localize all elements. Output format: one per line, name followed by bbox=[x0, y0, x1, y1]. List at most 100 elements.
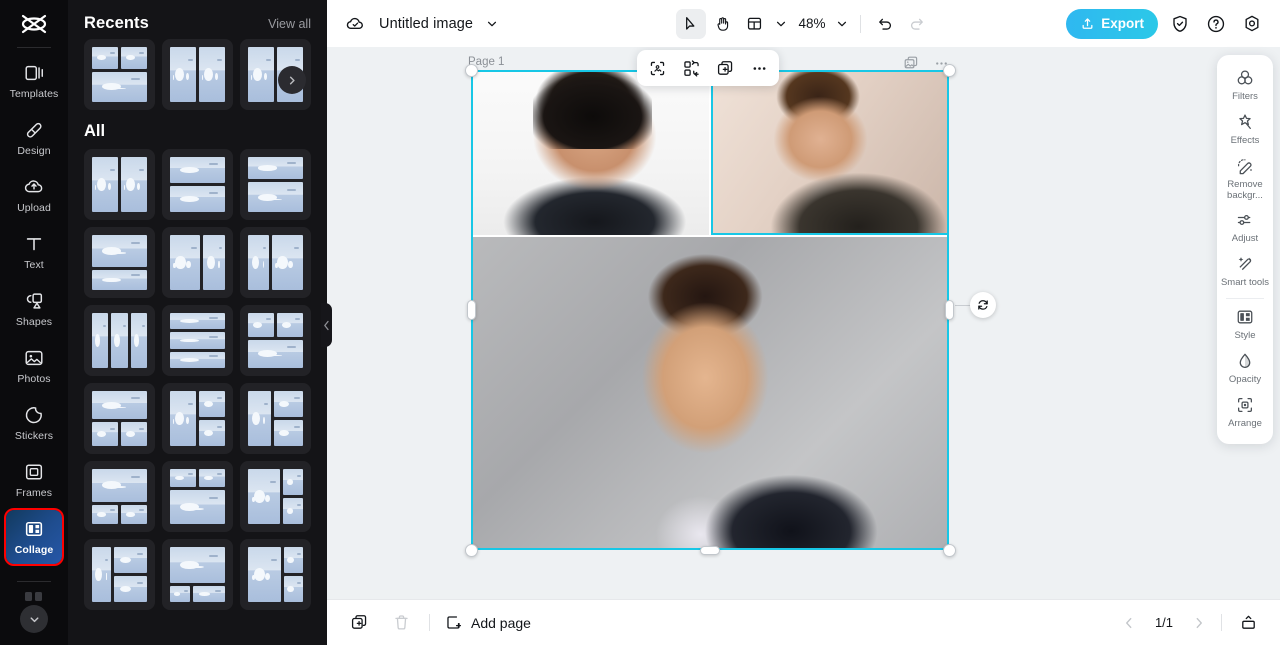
collage-template-thumb[interactable] bbox=[240, 305, 311, 376]
resize-handle-top-right[interactable] bbox=[943, 64, 956, 77]
select-tool-button[interactable] bbox=[676, 9, 706, 39]
add-page-icon bbox=[444, 613, 463, 632]
canvas-area[interactable]: Page 1 bbox=[327, 47, 1280, 599]
zoom-dropdown-button[interactable] bbox=[833, 9, 851, 39]
tool-style[interactable]: Style bbox=[1219, 302, 1271, 346]
opacity-icon bbox=[1235, 351, 1255, 371]
settings-button[interactable] bbox=[1238, 10, 1266, 38]
sidebar-item-collage[interactable]: Collage bbox=[6, 510, 62, 564]
app-logo[interactable] bbox=[0, 0, 68, 47]
more-tool-button[interactable] bbox=[747, 56, 771, 80]
sidebar-item-stickers[interactable]: Stickers bbox=[6, 396, 62, 450]
resize-handle-top-left[interactable] bbox=[465, 64, 478, 77]
tool-effects[interactable]: Effects bbox=[1219, 107, 1271, 151]
design-icon bbox=[23, 119, 45, 141]
hand-tool-button[interactable] bbox=[708, 9, 738, 39]
sidebar-item-upload[interactable]: Upload bbox=[6, 168, 62, 222]
collage-template-thumb[interactable] bbox=[84, 383, 155, 454]
add-page-button[interactable]: Add page bbox=[444, 613, 531, 632]
collage-template-thumb[interactable] bbox=[84, 149, 155, 220]
prev-page-button[interactable] bbox=[1119, 613, 1139, 633]
undo-button[interactable] bbox=[870, 9, 900, 39]
rail-bottom bbox=[0, 581, 68, 645]
sidebar-item-design[interactable]: Design bbox=[6, 111, 62, 165]
collage-template-thumb[interactable] bbox=[162, 227, 233, 298]
chevron-right-icon bbox=[286, 74, 299, 87]
recents-next-button[interactable] bbox=[278, 66, 306, 94]
collage-template-thumb[interactable] bbox=[84, 39, 155, 110]
collage-template-thumb[interactable] bbox=[84, 227, 155, 298]
tool-remove-background[interactable]: Remove backgr... bbox=[1219, 151, 1271, 205]
tool-filters[interactable]: Filters bbox=[1219, 63, 1271, 107]
photo-top-right[interactable] bbox=[711, 70, 949, 235]
chevron-down-icon bbox=[486, 18, 498, 30]
crop-tool-button[interactable] bbox=[645, 56, 669, 80]
expand-pages-button[interactable] bbox=[1234, 609, 1262, 637]
resize-handle-bottom-left[interactable] bbox=[465, 544, 478, 557]
collage-template-thumb[interactable] bbox=[84, 461, 155, 532]
view-all-link[interactable]: View all bbox=[268, 17, 311, 31]
sidebar-item-shapes[interactable]: Shapes bbox=[6, 282, 62, 336]
sidebar-item-label: Collage bbox=[15, 545, 54, 556]
collage-template-thumb[interactable] bbox=[240, 539, 311, 610]
collage-template-thumb[interactable] bbox=[162, 383, 233, 454]
collage-template-thumb[interactable] bbox=[162, 149, 233, 220]
next-page-button[interactable] bbox=[1189, 613, 1209, 633]
collage-template-thumb[interactable] bbox=[240, 383, 311, 454]
replace-tool-button[interactable] bbox=[679, 56, 703, 80]
layout-dropdown-button[interactable] bbox=[772, 9, 790, 39]
photo-top-left[interactable] bbox=[471, 70, 709, 235]
apps-grid-icon bbox=[24, 591, 44, 602]
panel-collapse-handle[interactable] bbox=[321, 303, 332, 347]
collage-template-thumb[interactable] bbox=[240, 149, 311, 220]
sidebar-item-text[interactable]: Text bbox=[6, 225, 62, 279]
collage-template-thumb[interactable] bbox=[162, 539, 233, 610]
tool-opacity[interactable]: Opacity bbox=[1219, 346, 1271, 390]
title-dropdown-button[interactable] bbox=[483, 10, 501, 38]
redo-button[interactable] bbox=[902, 9, 932, 39]
delete-page-button[interactable] bbox=[387, 609, 415, 637]
duplicate-image-icon bbox=[903, 55, 920, 72]
smart-tools-icon bbox=[1235, 254, 1255, 274]
collage-template-thumb[interactable] bbox=[84, 305, 155, 376]
shield-check-button[interactable] bbox=[1166, 10, 1194, 38]
photo-bottom[interactable] bbox=[471, 237, 949, 550]
duplicate-tool-button[interactable] bbox=[713, 56, 737, 80]
tool-label: Remove backgr... bbox=[1220, 180, 1270, 201]
tool-adjust[interactable]: Adjust bbox=[1219, 205, 1271, 249]
sidebar-item-label: Stickers bbox=[15, 431, 53, 442]
duplicate-plus-icon bbox=[716, 59, 735, 78]
sidebar-item-templates[interactable]: Templates bbox=[6, 54, 62, 108]
resize-handle-bottom-right[interactable] bbox=[943, 544, 956, 557]
resize-handle-left[interactable] bbox=[467, 300, 476, 320]
redo-icon bbox=[908, 15, 926, 33]
collage-template-thumb[interactable] bbox=[162, 39, 233, 110]
sidebar-item-photos[interactable]: Photos bbox=[6, 339, 62, 393]
zoom-level[interactable]: 48% bbox=[799, 16, 831, 31]
crop-select-icon bbox=[648, 59, 667, 78]
collage-template-thumb[interactable] bbox=[162, 305, 233, 376]
collage-template-thumb[interactable] bbox=[240, 227, 311, 298]
rotate-handle[interactable] bbox=[970, 292, 996, 318]
effects-icon bbox=[1235, 112, 1255, 132]
resize-handle-bottom[interactable] bbox=[700, 546, 720, 555]
tool-smart-tools[interactable]: Smart tools bbox=[1219, 249, 1271, 293]
chevron-left-icon bbox=[323, 320, 330, 331]
document-title[interactable]: Untitled image bbox=[379, 16, 473, 32]
resize-handle-right[interactable] bbox=[945, 300, 954, 320]
artboard[interactable] bbox=[471, 70, 949, 550]
filters-icon bbox=[1235, 68, 1255, 88]
tool-arrange[interactable]: Arrange bbox=[1219, 390, 1271, 434]
duplicate-page-button-bottom[interactable] bbox=[345, 609, 373, 637]
rail-collapse-button[interactable] bbox=[20, 605, 48, 633]
layout-tool-button[interactable] bbox=[740, 9, 770, 39]
collage-template-thumb[interactable] bbox=[84, 539, 155, 610]
collage-template-thumb[interactable] bbox=[162, 461, 233, 532]
export-button[interactable]: Export bbox=[1066, 9, 1158, 39]
collage-template-thumb[interactable] bbox=[240, 461, 311, 532]
help-button[interactable] bbox=[1202, 10, 1230, 38]
topbar-right: Export bbox=[1066, 9, 1266, 39]
sidebar-item-frames[interactable]: Frames bbox=[6, 453, 62, 507]
sidebar-item-label: Text bbox=[24, 260, 44, 271]
thumb-layout bbox=[92, 47, 147, 102]
